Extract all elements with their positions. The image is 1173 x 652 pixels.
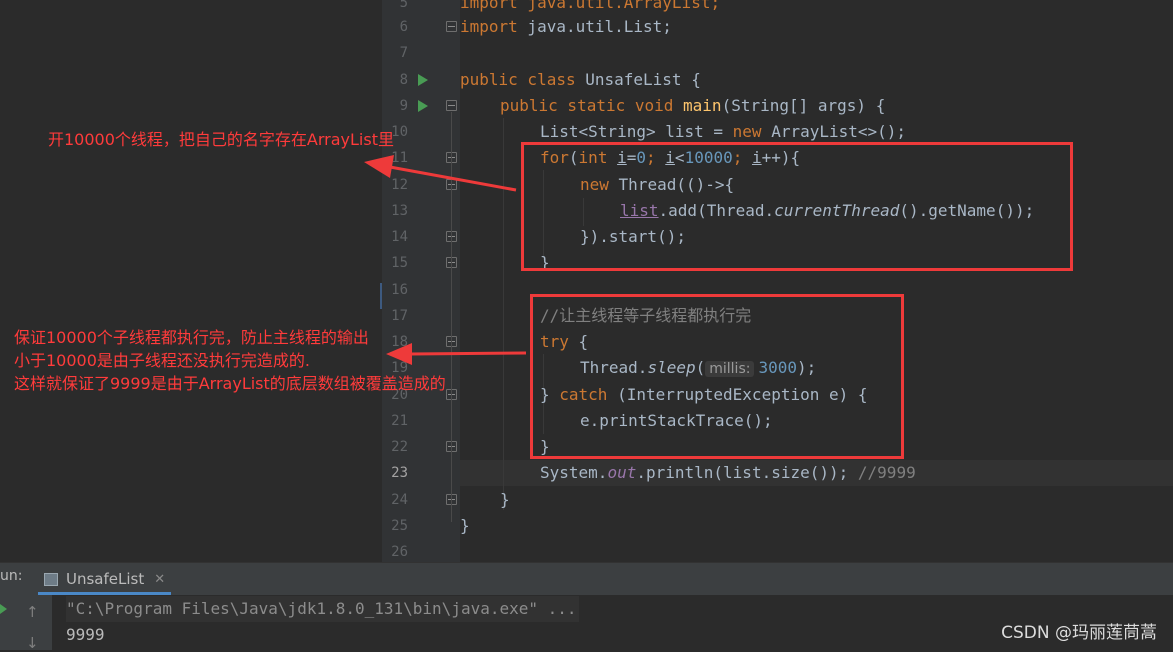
line-number: 18 [391, 334, 408, 350]
code-line-8[interactable]: public class UnsafeList { [460, 67, 701, 93]
annotation-box-for-loop [521, 142, 1073, 271]
run-class-icon[interactable] [418, 74, 428, 86]
line-number: 9 [399, 98, 408, 114]
code-line-25[interactable]: } [460, 513, 470, 539]
line-number: 25 [391, 518, 408, 534]
line-number: 24 [391, 492, 408, 508]
fold-icon[interactable] [446, 21, 457, 32]
line-number-current: 23 [391, 465, 408, 481]
line-number: 17 [391, 308, 408, 324]
console-output-line: 9999 [66, 625, 105, 644]
left-blank-area [0, 0, 382, 562]
annotation-box-try-block [530, 294, 904, 459]
code-line-6[interactable]: import java.util.List; [460, 14, 672, 40]
line-number: 13 [391, 203, 408, 219]
run-tab-unsafelist[interactable]: UnsafeList ✕ [38, 566, 172, 595]
code-line-9[interactable]: public static void main(String[] args) { [500, 93, 885, 119]
console-toolbar [0, 595, 50, 650]
line-number: 15 [391, 255, 408, 271]
line-number: 7 [399, 45, 408, 61]
line-number: 14 [391, 229, 408, 245]
line-number: 22 [391, 439, 408, 455]
fold-icon[interactable] [446, 100, 457, 111]
annotation-note-line-3: 这样就保证了9999是由于ArrayList的底层数组被覆盖造成的 [14, 374, 446, 393]
annotation-note-line-2: 小于10000是由子线程还没执行完造成的. [14, 351, 310, 370]
down-arrow-icon[interactable]: ↓ [26, 634, 39, 652]
indent-guide [503, 118, 504, 510]
line-number: 16 [391, 282, 408, 298]
fold-guide [451, 112, 452, 522]
csdn-watermark: CSDN @玛丽莲茼蒿 [1001, 623, 1157, 643]
annotation-note-threads: 开10000个线程，把自己的名字存在ArrayList里 [48, 130, 394, 149]
code-line-23[interactable]: System.out.println(list.size()); //9999 [540, 460, 916, 486]
run-main-icon[interactable] [418, 100, 428, 112]
line-number: 21 [391, 413, 408, 429]
console-command-line: "C:\Program Files\Java\jdk1.8.0_131\bin\… [66, 596, 579, 622]
code-line-24[interactable]: } [500, 487, 510, 513]
line-number: 12 [391, 177, 408, 193]
annotation-note-line-1: 保证10000个子线程都执行完，防止主线程的输出 [14, 328, 369, 347]
up-arrow-icon[interactable]: ↑ [26, 603, 39, 621]
rerun-icon[interactable] [0, 604, 7, 614]
line-number: 6 [399, 19, 408, 35]
close-icon[interactable]: ✕ [154, 572, 165, 587]
run-tab-label: UnsafeList [66, 570, 145, 588]
line-number: 8 [399, 72, 408, 88]
console-icon [44, 572, 58, 586]
run-tab-bar [0, 562, 1173, 595]
run-label: un: [0, 568, 23, 584]
